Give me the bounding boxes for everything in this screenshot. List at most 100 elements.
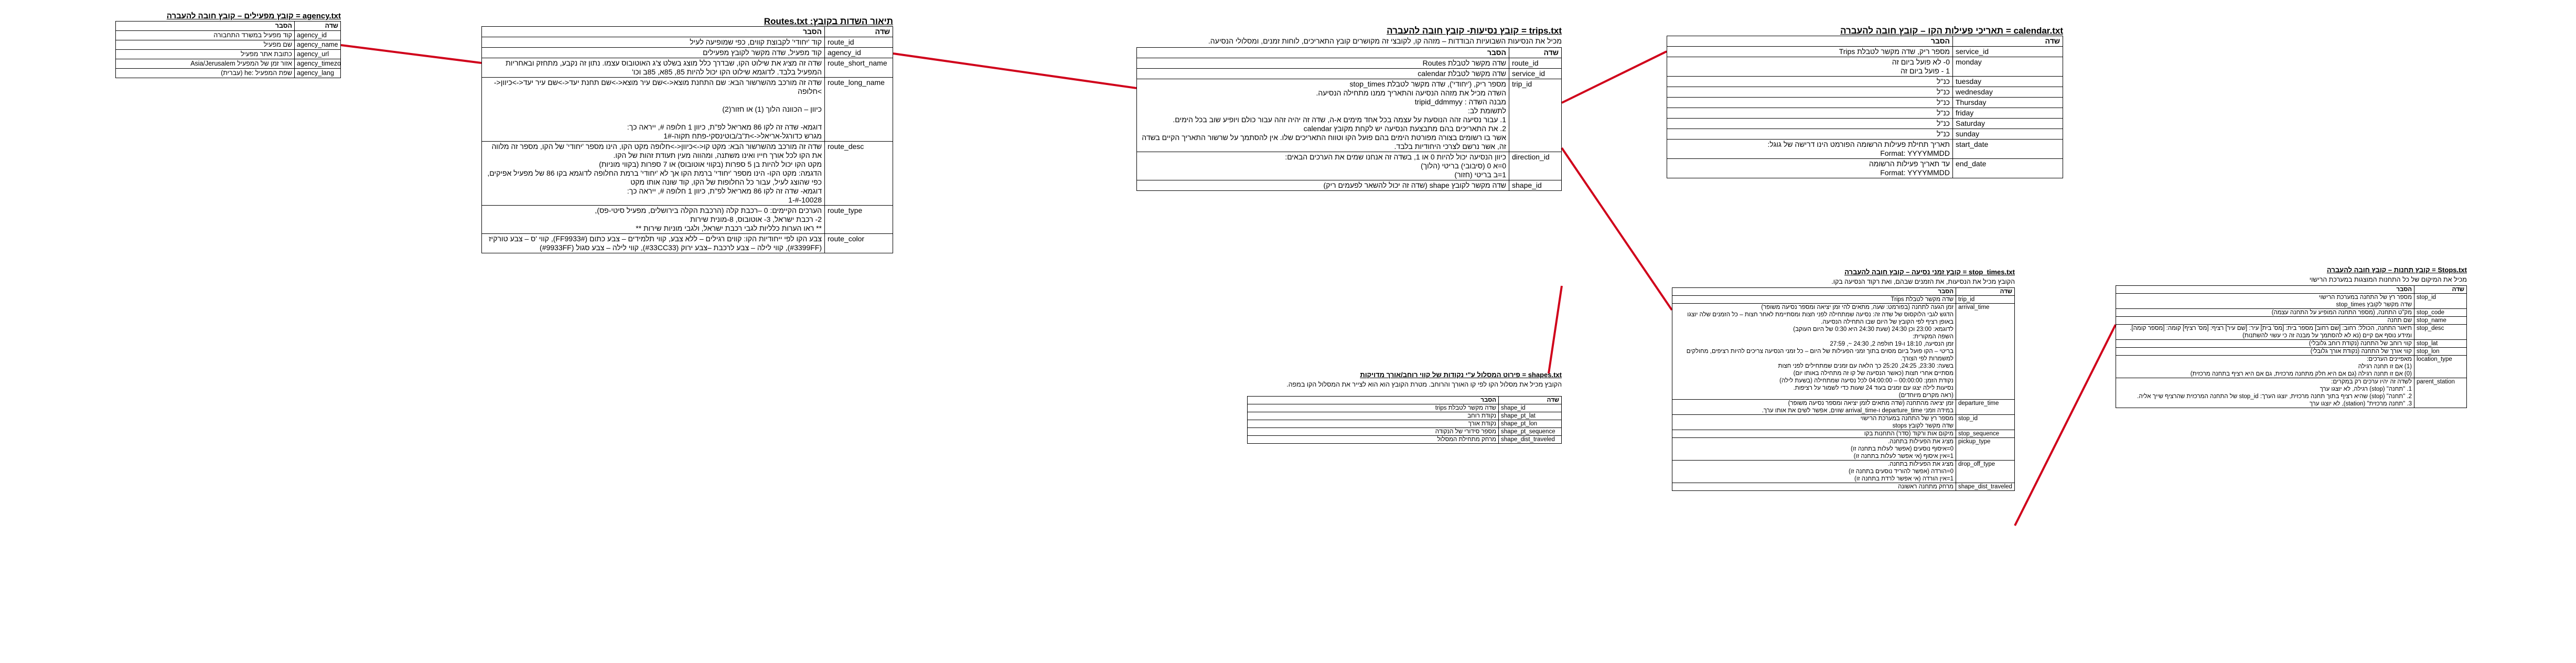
stops-table-block: Stops.txt = קובץ תחנות – קובץ חובה להעבר… [2116,265,2467,408]
field-name: stop_desc [2414,324,2467,340]
field-name: location_type [2414,355,2467,378]
table-row: wednesday כנ"ל [1667,87,2063,98]
table-row: shape_pt_lat נקודת רוחב [1247,412,1562,420]
link-trips-shapes [1548,285,1563,374]
table-row: stop_sequence מיקום אות ורקוד (סדר) התחנו… [1672,430,2015,438]
field-name: pickup_type [1956,437,2015,461]
field-desc: מרחק מתחילת המסלול [1247,435,1499,444]
stoptimes-title: stop_times.txt = קובץ זמני נסיעה – קובץ … [1844,268,2015,276]
table-row: start_date תאריך תחילת פעילות הרשומה הפור… [1667,139,2063,159]
field-desc: מספר רץ של התחנה במערכת הרישוי שדה מקשר … [1672,414,1956,430]
field-desc: מספר ריק, ('יחודי'), שדה מקשר לטבלת stop… [1136,79,1509,152]
field-desc: קווי אורך של התחנה (נקודת אורך גלובלי) [2116,347,2414,356]
routes-table: שדה הסבר route_id קוד 'יחודי' לקבוצת קווי… [481,26,893,253]
stops-title: Stops.txt = קובץ תחנות – קובץ חובה להעבר… [2326,266,2467,274]
field-desc: קוד מפעיל, שדה מקשר לקובץ מפעילים [481,47,825,58]
field-name: service_id [1952,46,2063,57]
routes-head-field: שדה [824,26,893,37]
table-row: location_type מאפיינים הערכים: (1) אם זו … [2116,355,2467,378]
table-row: Saturday כנ"ל [1667,118,2063,129]
field-desc: שפת המפעיל :he (עברית) [115,68,295,78]
field-desc: זמן הגעה לתחנה (בפורמט: שעה, מתאים להי ז… [1672,303,1956,400]
table-row: drop_off_type מציג את הפעילות בתחנה. 0=הו… [1672,460,2015,483]
field-name: end_date [1952,158,2063,178]
shapes-table-block: shapes.txt = פירוט המסלול ע"י נקודות של … [1247,370,1562,444]
field-name: stop_id [1956,414,2015,430]
field-desc: שדה מקשר לטבלת trips [1247,404,1499,412]
table-row: shape_dist_traveled מרחק מתחילת המסלול [1247,435,1562,444]
shapes-head-desc: הסבר [1247,396,1499,404]
field-desc: מספר סידורי של הנקודה [1247,427,1499,436]
field-name: sunday [1952,129,2063,140]
stops-head-desc: הסבר [2116,285,2414,294]
table-row: shape_id שדה מקשר לקובץ shape (שדה זה יכו… [1136,180,1562,191]
field-name: route_color [824,233,893,253]
stops-head-field: שדה [2414,285,2467,294]
field-desc: מספר רץ של התחנה במערכת הרישוי שדה מקשר … [2116,293,2414,309]
trips-head-field: שדה [1509,47,1562,58]
field-name: agency_url [294,49,341,59]
field-desc: תיאור התחנה, הכולל: רחוב: [שם רחוב] מספר… [2116,324,2414,340]
field-desc: כנ"ל [1667,108,1953,119]
field-name: agency_name [294,40,341,50]
table-row: agency_lang שפת המפעיל :he (עברית) [115,68,341,78]
stoptimes-head-field: שדה [1956,287,2015,296]
table-row: shape_dist_traveled מרחק מתחנה ראשונה [1672,483,2015,491]
field-desc: נקודת רוחב [1247,412,1499,420]
table-row: monday 0- לא פועל ביום זה 1 - פועל ביום ז… [1667,57,2063,77]
table-row: route_desc שדה זה מורכב מהשרשור הבא: מקט … [481,141,893,206]
field-desc: שדה מקשר לקובץ shape (שדה זה יכול להשאר … [1136,180,1509,191]
field-name: route_long_name [824,77,893,142]
table-row: route_long_name שדה זה מורכב מהשרשור הבא:… [481,77,893,142]
calendar-head-desc: הסבר [1667,36,1953,47]
field-name: stop_lon [2414,347,2467,356]
agency-title: agency.txt = קובץ מפעילים – קובץ חובה לה… [166,12,341,20]
field-desc: זמן יציאה מהתחנה (שדה מתאים לזמן יציאה ו… [1672,399,1956,415]
table-row: route_color צבע הקו לפי ייחודיות הקו: קוו… [481,233,893,253]
field-desc: כיוון הנסיעה יכול להיות 0 או 1, בשדה זה … [1136,152,1509,180]
table-row: Thursday כנ"ל [1667,97,2063,108]
table-row: route_type הערכים הקיימים: 0 –רכבת קלה (ה… [481,205,893,234]
table-row: shape_pt_lon נקודת אורך [1247,420,1562,428]
table-row: trip_id שדה מקשר לטבלת Trips [1672,295,2015,304]
field-name: start_date [1952,139,2063,159]
field-name: route_id [824,37,893,48]
table-row: agency_id קוד מפעיל במשרד התחבורה [115,30,341,40]
field-desc: שם תחנה [2116,316,2414,325]
field-desc: אזור זמן של המפעיל Asia/Jerusalem [115,59,295,69]
link-agency-routes [340,44,482,64]
table-row: stop_lat קווי רוחב של התחנה (נקודת רוחב ג… [2116,339,2467,348]
field-name: stop_id [2414,293,2467,309]
field-name: shape_dist_traveled [1956,483,2015,491]
field-desc: מרחק מתחנה ראשונה [1672,483,1956,491]
field-name: route_short_name [824,58,893,78]
calendar-table-block: calendar.txt = תאריכי פעילות הקו – קובץ … [1667,26,2063,178]
field-desc: כתובת אתר מפעיל [115,49,295,59]
field-desc: שדה מקשר לטבלת Routes [1136,58,1509,69]
table-row: tuesday כנ"ל [1667,76,2063,87]
field-name: shape_pt_sequence [1498,427,1562,436]
table-row: trip_id מספר ריק, ('יחודי'), שדה מקשר לטב… [1136,79,1562,152]
trips-title: trips.txt = קובץ נסיעות- קובץ חובה להעבר… [1387,26,1562,36]
field-desc: שדה מקשר לטבלת calendar [1136,68,1509,79]
field-desc: קווי רוחב של התחנה (נקודת רוחב גלובלי) [2116,339,2414,348]
field-desc: עד תאריך פעילות הרשומה Format: YYYYMMDD [1667,158,1953,178]
table-row: agency_name שם מפעיל [115,40,341,50]
field-desc: צבע הקו לפי ייחודיות הקו: קווים רגילים –… [481,233,825,253]
field-name: parent_station [2414,378,2467,408]
field-desc: קוד 'יחודי' לקבוצת קווים, כפי שמופיעה לע… [481,37,825,48]
field-name: shape_id [1509,180,1562,191]
trips-header-row: שדה הסבר [1136,47,1562,58]
trips-table-block: trips.txt = קובץ נסיעות- קובץ חובה להעבר… [1136,26,1562,191]
field-desc: שדה זה מציג את שילוט הקו, שבדרך כלל מוצג… [481,58,825,78]
table-row: departure_time זמן יציאה מהתחנה (שדה מתאי… [1672,399,2015,415]
field-desc: כנ"ל [1667,118,1953,129]
field-name: agency_lang [294,68,341,78]
shapes-title: shapes.txt = פירוט המסלול ע"י נקודות של … [1360,371,1562,379]
field-desc: שדה זה מורכב מהשרשור הבא: שם התחנת מוצא<… [481,77,825,142]
field-name: shape_id [1498,404,1562,412]
field-name: drop_off_type [1956,460,2015,483]
table-row: agency_id קוד מפעיל, שדה מקשר לקובץ מפעיל… [481,47,893,58]
field-name: direction_id [1509,152,1562,180]
field-name: Thursday [1952,97,2063,108]
